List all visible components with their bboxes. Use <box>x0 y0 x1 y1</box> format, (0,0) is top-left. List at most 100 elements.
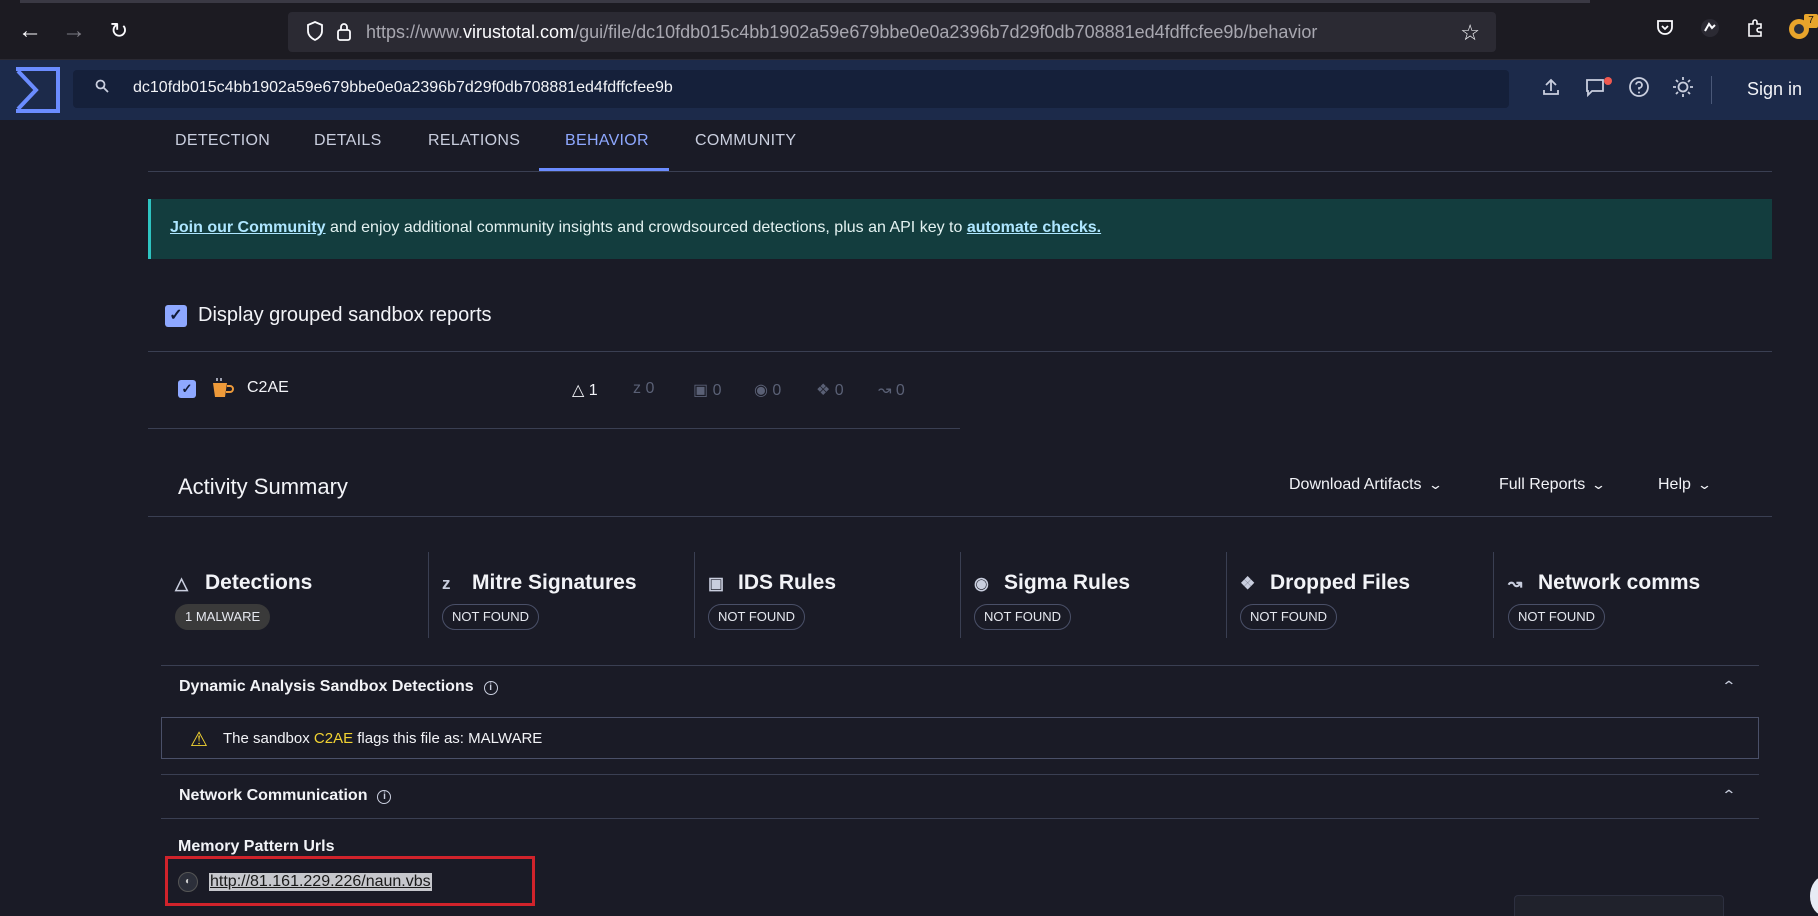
grouped-toggle[interactable]: ✓ Display grouped sandbox reports <box>165 304 492 327</box>
card-title-text: Detections <box>205 571 313 594</box>
sandbox-name: C2AE <box>247 379 289 396</box>
card-separator <box>428 552 429 638</box>
tab-behavior[interactable]: BEHAVIOR <box>565 132 649 150</box>
tab-community[interactable]: COMMUNITY <box>695 132 796 150</box>
reload-icon[interactable]: ↻ <box>105 17 133 45</box>
search-input[interactable]: dc10fdb015c4bb1902a59e679bbe0e0a2396b7d2… <box>133 79 673 97</box>
section-title: Dynamic Analysis Sandbox Detections i <box>179 678 498 696</box>
chevron-down-icon: ⌄ <box>1696 477 1712 492</box>
card-title-text: IDS Rules <box>738 571 837 594</box>
dropdown-label: Full Reports <box>1499 476 1586 493</box>
community-banner: Join our Community and enjoy additional … <box>148 199 1772 259</box>
divider <box>148 516 1772 517</box>
activity-summary-title: Activity Summary <box>178 474 348 499</box>
info-icon[interactable]: i <box>483 681 498 695</box>
header-separator <box>1711 76 1712 104</box>
verdict-text: The sandbox C2AE flags this file as: MAL… <box>223 730 542 747</box>
sandbox-row[interactable]: ✓ C2AE △ 1 ᴢ 0 ▣ 0 ◉ 0 ❖ 0 ↝ 0 <box>148 369 960 429</box>
info-icon[interactable]: i <box>377 790 392 804</box>
floating-toolbar[interactable] <box>1514 895 1724 916</box>
tab-details[interactable]: DETAILS <box>314 132 382 150</box>
active-tab-indicator <box>539 168 669 171</box>
url-text[interactable]: https://www.virustotal.com/gui/file/dc10… <box>366 22 1317 43</box>
extension-icon[interactable] <box>1697 18 1723 44</box>
tab-detection[interactable]: DETECTION <box>175 132 270 150</box>
card-separator <box>1493 552 1494 638</box>
chevron-up-icon[interactable]: ⌃ <box>1722 787 1737 804</box>
sign-in-link[interactable]: Sign in <box>1747 79 1802 100</box>
card-title-text: Dropped Files <box>1270 571 1411 594</box>
sigma-counter: ◉ 0 <box>754 380 781 400</box>
full-reports-dropdown[interactable]: Full Reports ⌄ <box>1499 476 1607 494</box>
card-title-text: Network comms <box>1538 571 1701 594</box>
globe-icon: ◐ <box>178 872 198 892</box>
sigma-icon: ◉ <box>974 574 989 593</box>
ids-icon: ▣ <box>693 382 709 399</box>
card-title-text: Sigma Rules <box>1004 571 1131 594</box>
status-badge: NOT FOUND <box>708 604 806 630</box>
ids-icon: ▣ <box>708 574 725 593</box>
highlighted-url-row[interactable]: ◐ http://81.161.229.226/naun.vbs <box>165 856 535 906</box>
floating-action-button[interactable] <box>1810 876 1818 916</box>
automate-checks-link[interactable]: automate checks. <box>967 219 1101 236</box>
url-link[interactable]: http://81.161.229.226/naun.vbs <box>209 873 432 891</box>
network-communication-header[interactable]: Network Communication i ⌃ <box>161 774 1759 818</box>
chevron-up-icon[interactable]: ⌃ <box>1722 678 1737 695</box>
card-title: ↝ Network comms <box>1508 571 1700 595</box>
shield-icon[interactable] <box>306 21 328 43</box>
lock-icon[interactable] <box>336 21 358 43</box>
warning-icon: ⚠ <box>190 729 208 751</box>
verdict-sandbox-name: C2AE <box>313 730 354 747</box>
card-title: ❖ Dropped Files <box>1240 571 1410 595</box>
download-artifacts-dropdown[interactable]: Download Artifacts ⌄ <box>1289 476 1443 494</box>
help-dropdown[interactable]: Help ⌄ <box>1658 476 1712 494</box>
puzzle-icon[interactable] <box>1742 18 1768 44</box>
pocket-icon[interactable] <box>1652 18 1678 44</box>
search-icon[interactable] <box>95 79 109 98</box>
star-icon[interactable]: ☆ <box>1460 20 1480 46</box>
status-badge: NOT FOUND <box>442 604 540 630</box>
address-bar[interactable]: https://www.virustotal.com/gui/file/dc10… <box>288 12 1496 52</box>
dynamic-analysis-header[interactable]: Dynamic Analysis Sandbox Detections i ⌃ <box>161 665 1759 709</box>
tab-relations[interactable]: RELATIONS <box>428 132 520 150</box>
network-count: 0 <box>895 382 905 399</box>
dropdown-label: Download Artifacts <box>1289 476 1422 493</box>
search-bar[interactable]: dc10fdb015c4bb1902a59e679bbe0e0a2396b7d2… <box>73 70 1509 108</box>
divider <box>148 428 960 429</box>
card-separator <box>694 552 695 638</box>
report-tabs: DETECTION DETAILS RELATIONS BEHAVIOR COM… <box>148 120 1772 172</box>
mitre-icon: ᴢ <box>442 574 451 593</box>
upload-icon[interactable] <box>1537 76 1565 104</box>
ids-counter: ▣ 0 <box>693 380 721 400</box>
sandbox-checkbox[interactable]: ✓ <box>178 380 196 398</box>
notification-dot <box>1604 77 1612 85</box>
warning-icon: △ <box>572 382 585 399</box>
theme-icon[interactable] <box>1669 76 1697 104</box>
help-icon[interactable] <box>1625 76 1653 104</box>
sigma-count: 0 <box>772 382 782 399</box>
status-badge: NOT FOUND <box>1240 604 1338 630</box>
join-community-link[interactable]: Join our Community <box>170 219 326 236</box>
section-title-text: Network Communication <box>179 787 368 804</box>
checkbox-checked-icon[interactable]: ✓ <box>165 305 187 327</box>
vt-header: dc10fdb015c4bb1902a59e679bbe0e0a2396b7d2… <box>0 60 1818 120</box>
url-path: /gui/file/dc10fdb015c4bb1902a59e679bbe0e… <box>574 22 1318 42</box>
dropdown-label: Help <box>1658 476 1691 493</box>
url-prefix: https://www. <box>366 22 464 42</box>
card-title-text: Mitre Signatures <box>472 571 637 594</box>
warning-icon: △ <box>175 574 189 593</box>
verdict-suffix: flags this file as: MALWARE <box>353 730 543 747</box>
card-title: ᴢ Mitre Signatures <box>442 571 637 595</box>
dropped-file-icon: ❖ <box>1240 574 1256 593</box>
chevron-down-icon: ⌄ <box>1591 477 1607 492</box>
status-badge: NOT FOUND <box>1508 604 1606 630</box>
virustotal-logo[interactable] <box>14 67 60 113</box>
detections-counter: △ 1 <box>572 380 598 400</box>
status-badge: 1 MALWARE <box>175 604 271 630</box>
card-separator <box>1226 552 1227 638</box>
forward-icon[interactable]: → <box>60 17 88 45</box>
back-icon[interactable]: ← <box>16 17 44 45</box>
card-title: ▣ IDS Rules <box>708 571 836 595</box>
ids-count: 0 <box>712 382 722 399</box>
card-separator <box>960 552 961 638</box>
